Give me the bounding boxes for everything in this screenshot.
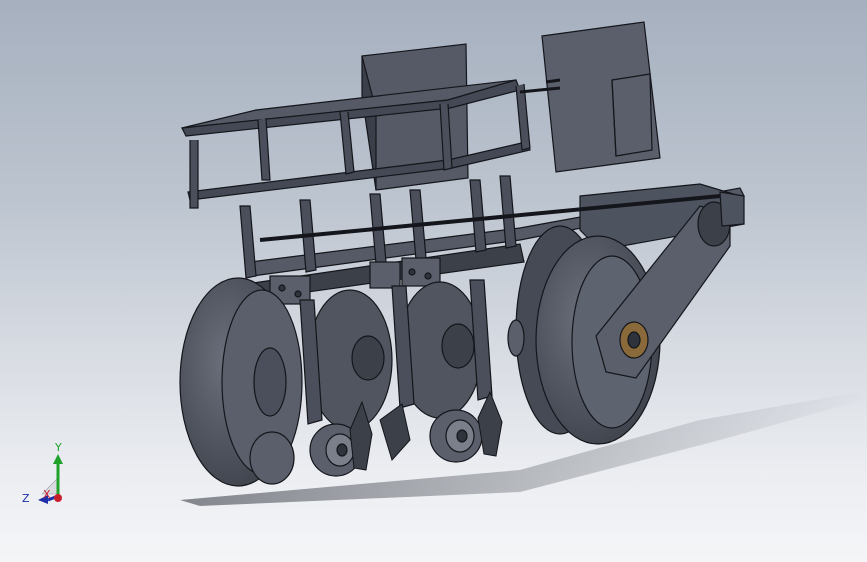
z-axis-label: Z	[22, 492, 30, 505]
graphics-viewport[interactable]: Y X Z	[0, 0, 867, 562]
y-axis-label: Y	[54, 441, 62, 454]
x-axis-dot	[54, 494, 62, 502]
view-orientation-triad[interactable]: Y X Z	[14, 438, 74, 508]
y-axis-arrowhead	[53, 454, 63, 464]
x-axis-label: X	[43, 488, 51, 501]
gauge-wheel-2[interactable]	[429, 409, 483, 463]
planter-model[interactable]	[0, 0, 867, 562]
hopper-right[interactable]	[541, 21, 661, 173]
gauge-wheel-left[interactable]	[249, 431, 295, 485]
